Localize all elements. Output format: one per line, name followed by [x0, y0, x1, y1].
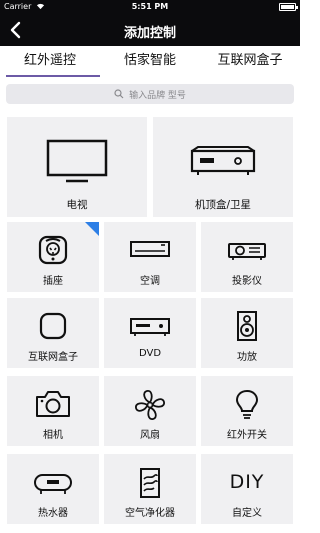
page-title: 添加控制 — [123, 26, 176, 41]
device-label: 风扇 — [140, 430, 160, 441]
device-tile-custom[interactable]: DIY 自定义 — [201, 454, 293, 524]
tab-internet-box[interactable]: 互联网盒子 — [200, 46, 300, 78]
tv-icon — [46, 139, 108, 183]
device-label: 机顶盒/卫星 — [194, 199, 252, 211]
device-tile-amp[interactable]: 功放 — [201, 298, 293, 368]
diy-icon: DIY — [229, 471, 265, 493]
internet-box-icon — [39, 312, 67, 340]
device-label: 红外开关 — [227, 430, 267, 441]
tab-ir-remote[interactable]: 红外遥控 — [0, 46, 100, 78]
device-tile-projector[interactable]: 投影仪 — [201, 222, 293, 292]
search-icon — [114, 89, 124, 99]
device-tile-socket[interactable]: 插座 — [7, 222, 99, 292]
device-grid: 电视 机顶盒/卫星 插座 空调 投影仪 互联网盒子 DVD 功放 相机 风扇 红… — [0, 110, 300, 533]
speaker-icon — [237, 311, 257, 341]
device-label: 空气净化器 — [125, 508, 175, 519]
air-purifier-icon — [140, 468, 160, 498]
light-bulb-icon — [235, 389, 259, 419]
device-tile-dvd[interactable]: DVD — [104, 298, 196, 368]
camera-icon — [36, 391, 70, 417]
device-tile-purifier[interactable]: 空气净化器 — [104, 454, 196, 524]
status-bar: Carrier 5:51 PM — [0, 0, 300, 14]
set-top-box-icon — [190, 146, 256, 175]
projector-icon — [228, 243, 266, 260]
device-label: 互联网盒子 — [28, 352, 78, 363]
device-tile-camera[interactable]: 相机 — [7, 376, 99, 446]
battery-icon — [279, 3, 298, 11]
device-label: 投影仪 — [232, 276, 262, 287]
new-badge-corner — [85, 222, 99, 236]
nav-bar: 添加控制 — [0, 14, 300, 46]
device-tile-ir-switch[interactable]: 红外开关 — [201, 376, 293, 446]
device-label: 空调 — [140, 276, 160, 287]
clock: 5:51 PM — [131, 2, 169, 11]
active-tab-indicator — [6, 75, 100, 77]
smart-socket-icon — [38, 235, 68, 265]
device-tile-heater[interactable]: 热水器 — [7, 454, 99, 524]
air-conditioner-icon — [130, 241, 170, 257]
device-label: 自定义 — [232, 508, 262, 519]
device-tile-ac[interactable]: 空调 — [104, 222, 196, 292]
device-label: 电视 — [66, 199, 88, 211]
search-input[interactable]: 输入品牌 型号 — [6, 84, 294, 104]
device-tile-stb[interactable]: 机顶盒/卫星 — [153, 117, 293, 217]
device-label: DVD — [138, 348, 162, 359]
tab-smart-home[interactable]: 恬家智能 — [100, 46, 200, 78]
search-placeholder: 输入品牌 型号 — [129, 90, 186, 101]
category-tabs: 红外遥控 恬家智能 互联网盒子 — [0, 46, 300, 78]
device-label: 热水器 — [38, 508, 68, 519]
device-label: 功放 — [237, 352, 257, 363]
device-tile-tv[interactable]: 电视 — [7, 117, 147, 217]
device-tile-fan[interactable]: 风扇 — [104, 376, 196, 446]
device-label: 插座 — [43, 276, 63, 287]
fan-icon — [135, 390, 165, 420]
dvd-player-icon — [130, 318, 170, 336]
water-heater-icon — [34, 474, 72, 494]
device-label: 相机 — [43, 430, 63, 441]
device-tile-netbox[interactable]: 互联网盒子 — [7, 298, 99, 368]
